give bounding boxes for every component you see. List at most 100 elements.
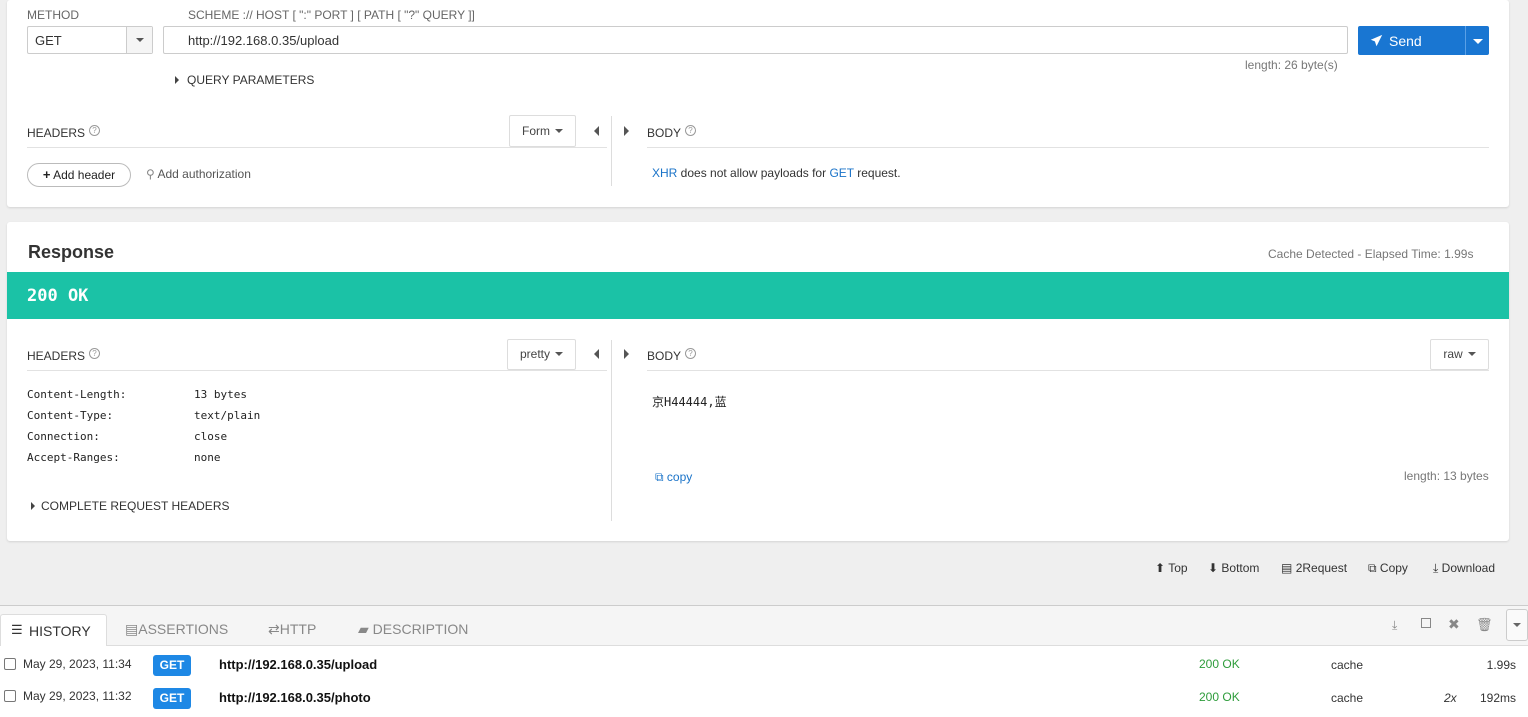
collapse-left-icon[interactable] [594, 349, 599, 359]
url-label: SCHEME :// HOST [ ":" PORT ] [ PATH [ "?… [188, 8, 475, 22]
divider [27, 147, 607, 148]
caret-right-icon [175, 76, 179, 84]
history-time: 1.99s [1486, 658, 1516, 672]
copy-body-link[interactable]: ⧉ copy [655, 470, 692, 485]
divider [647, 370, 1489, 371]
method-badge: GET [153, 688, 191, 709]
divider [27, 370, 607, 371]
response-header-value: none [194, 451, 221, 464]
divider [611, 340, 612, 521]
history-trash-icon[interactable]: 🗑 [1476, 617, 1493, 633]
response-header-row: Connection: [27, 430, 100, 443]
tab-http[interactable]: ⇄HTTP [268, 614, 316, 644]
tab-assertions[interactable]: ▤ASSERTIONS [125, 614, 228, 644]
tab-description[interactable]: ▰ DESCRIPTION [358, 614, 468, 644]
caret-right-icon [31, 502, 35, 510]
history-row-checkbox[interactable] [4, 690, 16, 702]
send-options-button[interactable] [1465, 26, 1489, 55]
arrow-up-circle-icon: ⬆ [1155, 561, 1166, 575]
history-download-icon[interactable]: ⤓ [1392, 618, 1397, 633]
response-headers-label: HEADERS? [27, 348, 101, 363]
xhr-link[interactable]: XHR [652, 166, 677, 180]
collapse-right-icon[interactable] [624, 126, 629, 136]
tab-history-label: HISTORY [29, 623, 91, 639]
request-body-label: BODY? [647, 125, 697, 140]
request-headers-label: HEADERS? [27, 125, 101, 140]
help-icon[interactable]: ? [89, 348, 101, 359]
request-card: METHOD GET SCHEME :// HOST [ ":" PORT ] … [7, 0, 1509, 207]
chevron-down-icon [136, 38, 144, 42]
to-request-link[interactable]: ▤ 2Request [1281, 561, 1347, 575]
get-link[interactable]: GET [829, 166, 853, 180]
plus-icon: + [42, 167, 51, 182]
body-info-message: XHR does not allow payloads for GET requ… [652, 166, 901, 180]
history-time: 192ms [1479, 691, 1516, 705]
response-header-row: Content-Length: [27, 388, 127, 401]
list-icon: ☰ [11, 622, 23, 637]
form-dropdown[interactable]: Form [509, 115, 576, 147]
status-text: 200 OK [27, 286, 89, 306]
send-button[interactable]: Send [1358, 26, 1465, 55]
download-icon: ⤓ [1433, 561, 1439, 575]
copy-response-link[interactable]: ⧉ Copy [1368, 561, 1408, 576]
status-bar: 200 OK [7, 272, 1509, 319]
history-url[interactable]: http://192.168.0.35/photo [219, 690, 371, 705]
paper-plane-icon [1370, 34, 1383, 47]
cache-info: Cache Detected - Elapsed Time: 1.99s [1268, 247, 1474, 261]
exchange-icon: ⇄ [268, 621, 280, 637]
chevron-down-icon [555, 352, 563, 356]
history-select-icon[interactable] [1421, 618, 1431, 628]
url-input[interactable] [163, 26, 1348, 54]
query-parameters-label: QUERY PARAMETERS [187, 73, 315, 87]
copy-icon: ⧉ [1368, 561, 1377, 575]
clipboard-icon: ▤ [1281, 561, 1293, 575]
history-row[interactable]: May 29, 2023, 11:32 GET http://192.168.0… [0, 681, 1528, 714]
help-icon[interactable]: ? [685, 348, 697, 359]
history-row-checkbox[interactable] [4, 658, 16, 670]
chevron-down-icon [1467, 352, 1476, 356]
add-header-button[interactable]: + Add header [27, 163, 131, 187]
response-header-value: 13 bytes [194, 388, 247, 401]
history-row[interactable]: May 29, 2023, 11:34 GET http://192.168.0… [0, 648, 1528, 681]
download-link[interactable]: ⤓ Download [1433, 561, 1495, 576]
arrow-down-circle-icon: ⬇ [1208, 561, 1219, 575]
response-body-content: 京H44444,蓝 [652, 395, 727, 409]
response-header-row: Content-Type: [27, 409, 114, 422]
assertions-icon: ▤ [125, 621, 139, 637]
query-parameters-toggle[interactable]: QUERY PARAMETERS [175, 73, 314, 87]
history-date: May 29, 2023, 11:34 [23, 657, 132, 671]
collapse-left-icon[interactable] [594, 126, 599, 136]
history-collapse-button[interactable] [1506, 609, 1528, 641]
history-source: cache [1331, 658, 1364, 672]
response-header-row: Accept-Ranges: [27, 451, 120, 464]
history-url[interactable]: http://192.168.0.35/upload [219, 657, 377, 672]
pretty-dropdown[interactable]: pretty [507, 339, 576, 370]
history-status: 200 OK [1199, 690, 1240, 704]
raw-dropdown[interactable]: raw [1430, 339, 1489, 370]
help-icon[interactable]: ? [685, 125, 697, 136]
collapse-right-icon[interactable] [624, 349, 629, 359]
history-close-icon[interactable]: ✖ [1448, 616, 1460, 633]
chevron-down-icon [555, 129, 563, 133]
response-card: Response Cache Detected - Elapsed Time: … [7, 222, 1509, 541]
tab-history[interactable]: ☰ HISTORY [0, 614, 107, 646]
method-select[interactable]: GET [27, 26, 153, 54]
send-button-label: Send [1389, 33, 1422, 49]
help-icon[interactable]: ? [89, 125, 101, 136]
complete-request-headers-toggle[interactable]: COMPLETE REQUEST HEADERS [31, 499, 229, 513]
method-value: GET [35, 33, 62, 48]
scroll-bottom-link[interactable]: ⬇ Bottom [1208, 561, 1259, 575]
scroll-top-link[interactable]: ⬆ Top [1155, 561, 1188, 575]
chevron-down-icon [1473, 39, 1483, 44]
history-status: 200 OK [1199, 657, 1240, 671]
copy-icon: ⧉ [655, 470, 664, 484]
history-count: 2x [1444, 691, 1457, 705]
divider [611, 116, 612, 186]
response-header-value: text/plain [194, 409, 261, 422]
method-badge: GET [153, 655, 191, 676]
body-length: length: 13 bytes [1404, 469, 1489, 483]
method-dropdown-toggle[interactable] [126, 27, 152, 53]
add-authorization-link[interactable]: ⚲ Add authorization [146, 167, 251, 181]
key-icon: ⚲ [146, 167, 155, 181]
url-length: length: 26 byte(s) [1245, 58, 1338, 72]
